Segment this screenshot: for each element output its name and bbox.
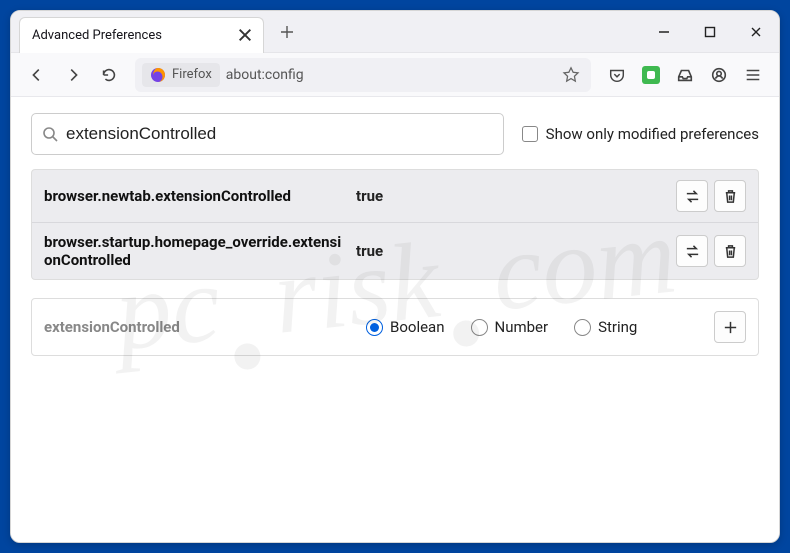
preference-search-input[interactable]	[66, 124, 493, 144]
url-bar[interactable]: Firefox about:config	[135, 58, 591, 92]
about-config-content: Show only modified preferences browser.n…	[11, 97, 779, 542]
reload-button[interactable]	[93, 59, 125, 91]
preference-value: true	[356, 242, 664, 260]
window-controls	[641, 13, 779, 51]
identity-label: Firefox	[172, 67, 212, 82]
back-button[interactable]	[21, 59, 53, 91]
new-tab-button[interactable]	[272, 17, 302, 47]
search-icon	[42, 126, 58, 142]
app-menu-button[interactable]	[737, 59, 769, 91]
trash-icon	[722, 243, 739, 260]
tab-title: Advanced Preferences	[32, 28, 237, 43]
toggle-button[interactable]	[676, 235, 708, 267]
preference-search-box[interactable]	[31, 113, 504, 155]
checkbox-icon	[522, 126, 538, 142]
minimize-button[interactable]	[641, 13, 687, 51]
browser-window: Advanced Preferences	[10, 10, 780, 543]
extension-icon	[642, 66, 660, 84]
inbox-button[interactable]	[669, 59, 701, 91]
navigation-toolbar: Firefox about:config	[11, 53, 779, 97]
toolbar-buttons	[601, 59, 769, 91]
new-preference-row: extensionControlled Boolean Number Strin…	[31, 298, 759, 356]
account-button[interactable]	[703, 59, 735, 91]
type-radio-string[interactable]: String	[574, 318, 637, 336]
type-radio-group: Boolean Number String	[366, 318, 692, 336]
preference-name: browser.startup.homepage_override.extens…	[44, 233, 344, 269]
trash-icon	[722, 188, 739, 205]
toggle-button[interactable]	[676, 180, 708, 212]
browser-tab[interactable]: Advanced Preferences	[19, 17, 264, 53]
type-radio-boolean[interactable]: Boolean	[366, 318, 445, 336]
titlebar: Advanced Preferences	[11, 11, 779, 53]
radio-icon	[574, 319, 591, 336]
close-window-button[interactable]	[733, 13, 779, 51]
radio-label: Number	[495, 318, 549, 336]
radio-label: String	[598, 318, 637, 336]
preference-row[interactable]: browser.startup.homepage_override.extens…	[32, 223, 758, 279]
preference-row[interactable]: browser.newtab.extensionControlled true	[32, 170, 758, 223]
toggle-icon	[684, 243, 701, 260]
maximize-button[interactable]	[687, 13, 733, 51]
radio-icon	[366, 319, 383, 336]
delete-button[interactable]	[714, 235, 746, 267]
toggle-icon	[684, 188, 701, 205]
bookmark-star-icon[interactable]	[562, 66, 580, 84]
radio-icon	[471, 319, 488, 336]
forward-button[interactable]	[57, 59, 89, 91]
plus-icon	[722, 319, 739, 336]
preference-actions	[676, 180, 746, 212]
radio-label: Boolean	[390, 318, 445, 336]
show-modified-checkbox[interactable]: Show only modified preferences	[522, 125, 759, 143]
type-radio-number[interactable]: Number	[471, 318, 549, 336]
close-tab-icon[interactable]	[237, 27, 253, 43]
show-modified-label: Show only modified preferences	[546, 125, 759, 143]
preferences-list: browser.newtab.extensionControlled true …	[31, 169, 759, 280]
extension-button[interactable]	[635, 59, 667, 91]
pocket-button[interactable]	[601, 59, 633, 91]
preference-name: browser.newtab.extensionControlled	[44, 187, 344, 205]
url-text: about:config	[226, 67, 556, 83]
add-preference-button[interactable]	[714, 311, 746, 343]
search-row: Show only modified preferences	[31, 113, 759, 155]
firefox-logo-icon	[150, 67, 166, 83]
preference-value: true	[356, 187, 664, 205]
delete-button[interactable]	[714, 180, 746, 212]
preference-actions	[676, 235, 746, 267]
site-identity[interactable]: Firefox	[142, 63, 220, 87]
new-preference-name: extensionControlled	[44, 318, 344, 336]
